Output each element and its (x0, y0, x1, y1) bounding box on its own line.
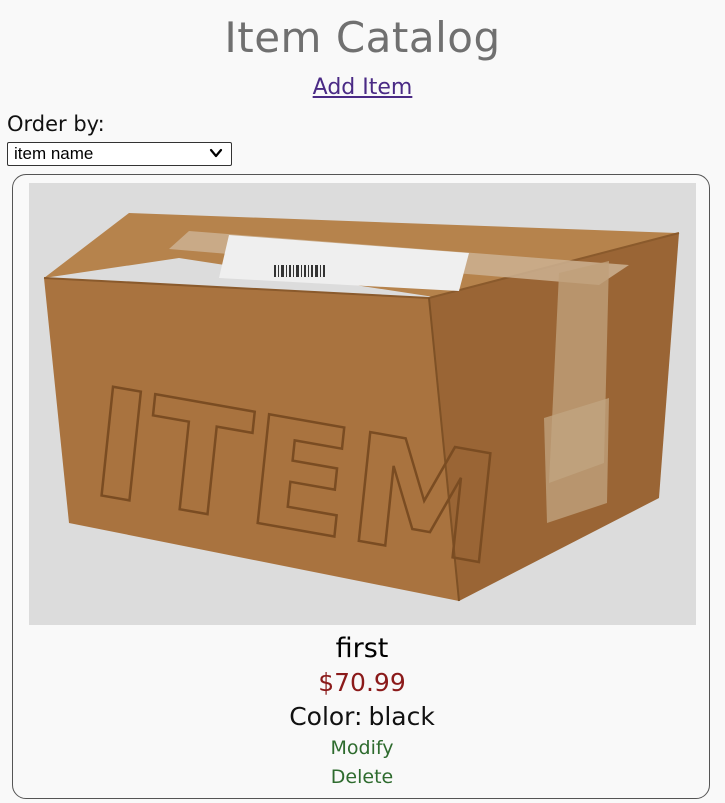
box-illustration: ITEM (29, 183, 696, 625)
item-color-label: Color: (289, 702, 363, 731)
item-name: first (335, 633, 389, 664)
order-by-select[interactable]: item name (7, 142, 232, 166)
page-title: Item Catalog (224, 13, 501, 62)
order-by-selected-value: item name (14, 144, 94, 163)
modify-button[interactable]: Modify (13, 735, 711, 761)
order-by-label: Order by: (7, 112, 105, 136)
item-price: $70.99 (318, 668, 406, 697)
catalog-page: Item Catalog Add Item Order by: item nam… (0, 0, 725, 803)
item-color: Color: black (13, 700, 711, 734)
item-color-value: black (368, 702, 435, 731)
delete-button[interactable]: Delete (13, 764, 711, 790)
chevron-down-icon (209, 148, 223, 158)
item-card: ITEM first $70.99 Color: black Modify Del… (12, 174, 710, 799)
item-image: ITEM (29, 183, 696, 625)
add-item-link[interactable]: Add Item (0, 73, 725, 103)
